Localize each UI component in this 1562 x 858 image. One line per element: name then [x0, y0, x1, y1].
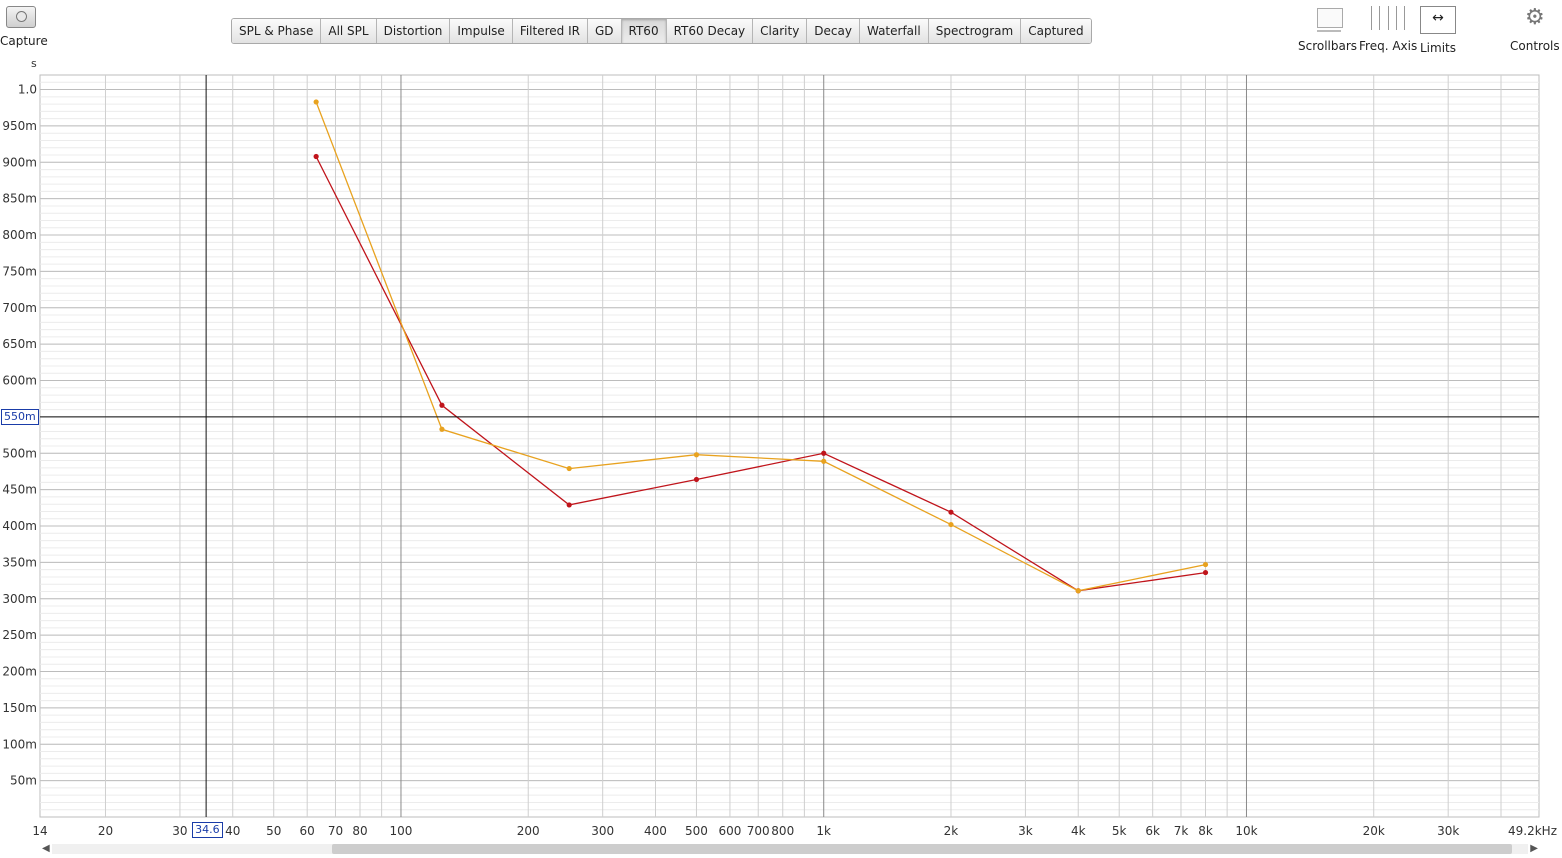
- x-tick-label: 200: [517, 824, 540, 838]
- y-tick-label: 600m: [2, 374, 37, 388]
- series-1-point: [948, 521, 954, 528]
- x-tick-label: 30k: [1437, 824, 1459, 838]
- series-0-point: [948, 509, 954, 515]
- series-0-point: [693, 476, 700, 483]
- scrollbar-thumb[interactable]: [332, 844, 1512, 854]
- x-tick-label: 5k: [1112, 824, 1127, 838]
- x-tick-label: 20: [98, 824, 113, 838]
- x-tick-label: 1k: [816, 824, 831, 838]
- series-0-point: [1202, 569, 1209, 576]
- cursor-x-readout: 34.6: [192, 822, 223, 838]
- y-tick-label: 350m: [2, 555, 37, 569]
- y-tick-label: 400m: [2, 519, 37, 533]
- series-1-point: [1202, 561, 1209, 568]
- scroll-left-arrow-icon[interactable]: ◀: [42, 842, 50, 856]
- series-1-point: [693, 452, 700, 458]
- series-0-point: [439, 402, 445, 408]
- x-tick-label: 7k: [1174, 824, 1189, 838]
- x-tick-label: 700: [747, 824, 770, 838]
- series-0-point: [313, 153, 319, 160]
- series-0-point: [566, 502, 572, 508]
- y-tick-label: 1.0: [18, 83, 37, 97]
- x-tick-label: 14: [32, 824, 47, 838]
- x-tick-label: 50: [266, 824, 281, 838]
- x-tick-label: 10k: [1235, 824, 1257, 838]
- x-tick-label: 3k: [1018, 824, 1033, 838]
- series-0-point: [821, 450, 827, 456]
- y-tick-label: 750m: [2, 264, 37, 278]
- y-tick-label: 150m: [2, 701, 37, 715]
- x-tick-label: 600: [718, 824, 741, 838]
- y-tick-label: 800m: [2, 228, 37, 242]
- x-tick-label: 49.2kHz: [1508, 824, 1557, 838]
- x-tick-label: 4k: [1071, 824, 1086, 838]
- x-tick-label: 6k: [1145, 824, 1160, 838]
- y-tick-label: 300m: [2, 592, 37, 606]
- series-1-point: [821, 458, 827, 464]
- horizontal-scrollbar[interactable]: ◀ ▶: [40, 842, 1540, 856]
- x-tick-label: 80: [352, 824, 367, 838]
- x-tick-label: 300: [591, 824, 614, 838]
- y-tick-label: 450m: [2, 483, 37, 497]
- y-tick-label: 950m: [2, 119, 37, 133]
- x-tick-label: 70: [328, 824, 343, 838]
- series-1-point: [566, 465, 572, 472]
- x-tick-label: 40: [225, 824, 240, 838]
- x-tick-label: 30: [172, 824, 187, 838]
- y-tick-label: 200m: [2, 665, 37, 679]
- rt60-chart[interactable]: 50m 100m 150m 200m 250m 300m 350m 400m 450m 500m 6…: [0, 0, 1562, 858]
- y-tick-label: 100m: [2, 737, 37, 751]
- x-tick-label: 500: [685, 824, 708, 838]
- y-tick-label: 250m: [2, 628, 37, 642]
- x-tick-label: 60: [300, 824, 315, 838]
- series-1-point: [313, 99, 319, 105]
- y-tick-label: 850m: [2, 192, 37, 206]
- y-tick-label: 500m: [2, 446, 37, 460]
- x-tick-label: 8k: [1198, 824, 1213, 838]
- x-tick-label: 400: [644, 824, 667, 838]
- y-tick-label: 50m: [10, 774, 37, 788]
- y-tick-label: 900m: [2, 155, 37, 169]
- x-tick-label: 800: [771, 824, 794, 838]
- series-1-point: [1075, 588, 1081, 594]
- series-1-point: [439, 426, 445, 432]
- x-tick-label: 100: [390, 824, 413, 838]
- y-tick-label: 650m: [2, 337, 37, 351]
- y-tick-label: 700m: [2, 301, 37, 315]
- x-tick-label: 2k: [944, 824, 959, 838]
- x-tick-label: 20k: [1363, 824, 1385, 838]
- cursor-y-readout: 550m: [1, 408, 39, 425]
- scroll-right-arrow-icon[interactable]: ▶: [1530, 842, 1538, 856]
